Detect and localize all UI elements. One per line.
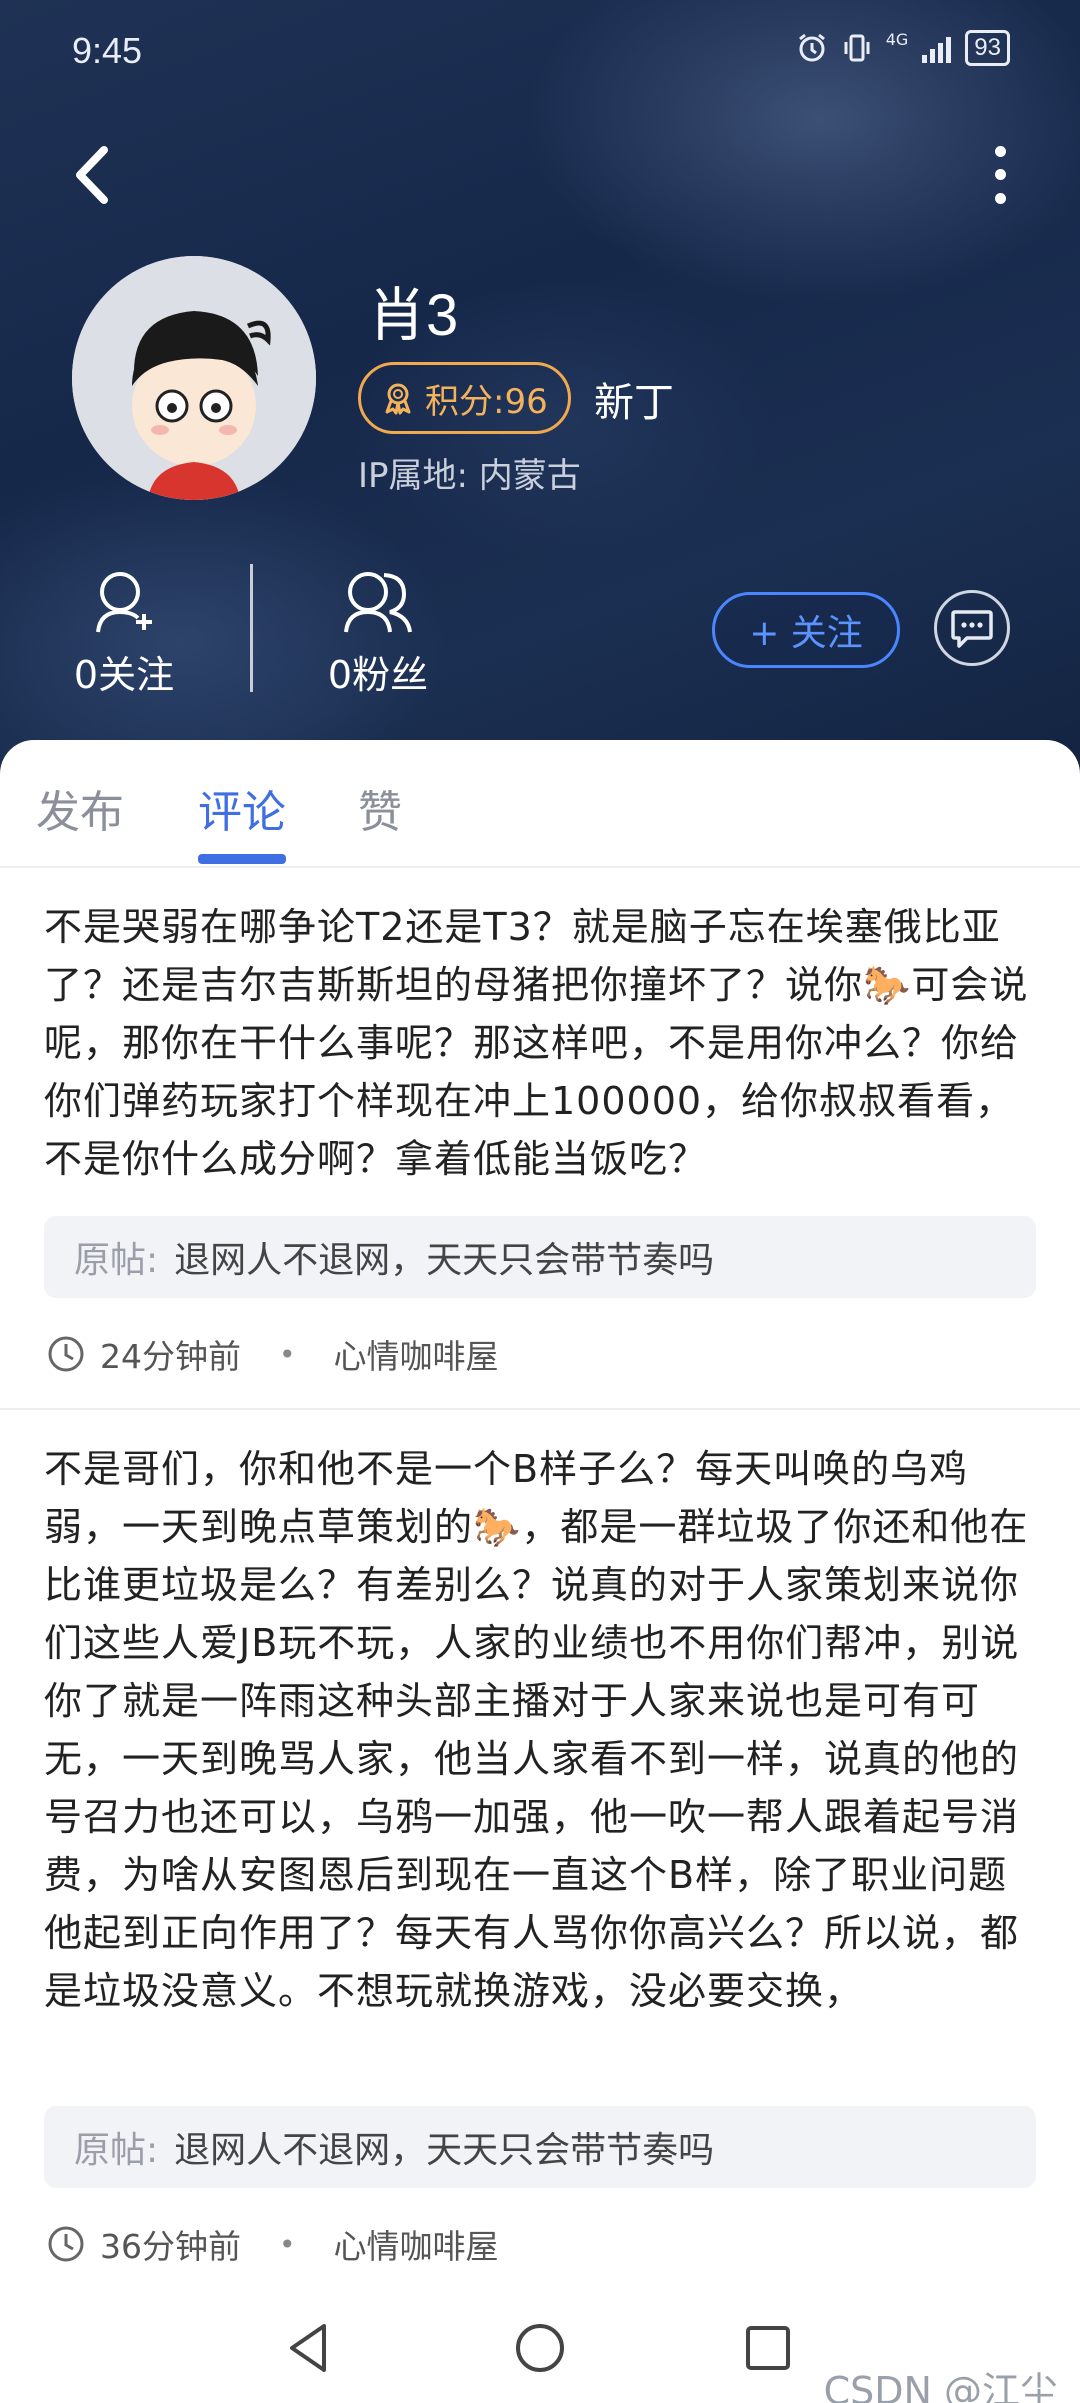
username: 肖3: [368, 283, 459, 348]
triangle-back-icon: [290, 2324, 326, 2372]
vibrate-icon: [844, 34, 870, 62]
followers-stat[interactable]: 0粉丝: [288, 566, 468, 699]
quote-text: 退网人不退网，天天只会带节奏吗: [174, 2130, 715, 2171]
comment-time: 36分钟前: [100, 2227, 241, 2266]
signal-icon: [922, 33, 952, 63]
nav-home-button[interactable]: [510, 2318, 570, 2378]
tab-bar: 发布 评论 赞: [0, 740, 1080, 868]
original-post-link[interactable]: 原帖: 退网人不退网，天天只会带节奏吗: [44, 1216, 1036, 1298]
following-count: 0关注: [73, 653, 175, 697]
users-icon: [344, 572, 412, 633]
square-recents-icon: [746, 2326, 790, 2370]
quote-label: 原帖:: [74, 1240, 159, 1281]
rank-label: 新丁: [594, 380, 674, 426]
circle-home-icon: [516, 2324, 564, 2372]
alarm-icon: [798, 33, 825, 62]
tab-posts[interactable]: 发布: [36, 776, 124, 840]
network-label: 4G: [885, 30, 909, 49]
following-stat[interactable]: 0关注: [34, 566, 214, 699]
comment-board[interactable]: 心情咖啡屋: [334, 2220, 499, 2268]
meta-separator: •: [279, 1337, 296, 1371]
comment-time: 24分钟前: [100, 1337, 241, 1376]
more-options-button[interactable]: [980, 140, 1020, 210]
status-time: 9:45: [72, 30, 143, 71]
comment-text[interactable]: 不是哭弱在哪争论T2还是T3？就是脑子忘在埃塞俄比亚了？还是吉尔吉斯斯坦的母猪把…: [44, 898, 1040, 1188]
nav-recents-button[interactable]: [738, 2318, 798, 2378]
follow-button[interactable]: + 关注: [712, 592, 900, 668]
medal-icon: [385, 383, 411, 415]
chevron-left-icon: [76, 146, 108, 204]
meta-separator: •: [279, 2227, 296, 2261]
comment-meta: 24分钟前 • 心情咖啡屋: [46, 1330, 499, 1378]
user-add-icon: [96, 572, 152, 633]
tab-likes[interactable]: 赞: [358, 776, 402, 840]
watermark: CSDN @江尘: [823, 2369, 1058, 2403]
comment-board[interactable]: 心情咖啡屋: [334, 1330, 499, 1378]
clock-icon: [48, 1336, 84, 1372]
quote-label: 原帖:: [74, 2130, 159, 2171]
avatar-image: [72, 256, 316, 500]
original-post-link[interactable]: 原帖: 退网人不退网，天天只会带节奏吗: [44, 2106, 1036, 2188]
more-dots-icon: [994, 146, 1006, 158]
nav-back-button[interactable]: [280, 2318, 340, 2378]
score-badge[interactable]: 积分:96: [358, 362, 571, 434]
content-card: 发布 评论 赞 不是哭弱在哪争论T2还是T3？就是脑子忘在埃塞俄比亚了？还是吉尔…: [0, 740, 1080, 2403]
active-tab-indicator: [198, 854, 286, 864]
divider: [0, 1408, 1080, 1410]
status-icons: 4G 93: [796, 30, 1010, 66]
message-button[interactable]: [934, 590, 1010, 666]
clock-icon: [48, 2226, 84, 2262]
battery-icon: 93: [965, 30, 1010, 66]
avatar[interactable]: [72, 256, 316, 500]
ip-location: IP属地: 内蒙古: [358, 456, 581, 496]
quote-text: 退网人不退网，天天只会带节奏吗: [174, 1240, 715, 1281]
followers-count: 0粉丝: [327, 653, 429, 697]
comment-meta: 36分钟前 • 心情咖啡屋: [46, 2220, 499, 2268]
tab-comments[interactable]: 评论: [198, 776, 286, 840]
comment-text[interactable]: 不是哥们，你和他不是一个B样子么？每天叫唤的乌鸡弱，一天到晚点草策划的🐎，都是一…: [44, 1440, 1040, 2020]
stat-divider: [250, 564, 253, 692]
chat-icon: [951, 610, 993, 648]
back-button[interactable]: [62, 140, 122, 210]
score-label: 积分:96: [425, 381, 548, 422]
